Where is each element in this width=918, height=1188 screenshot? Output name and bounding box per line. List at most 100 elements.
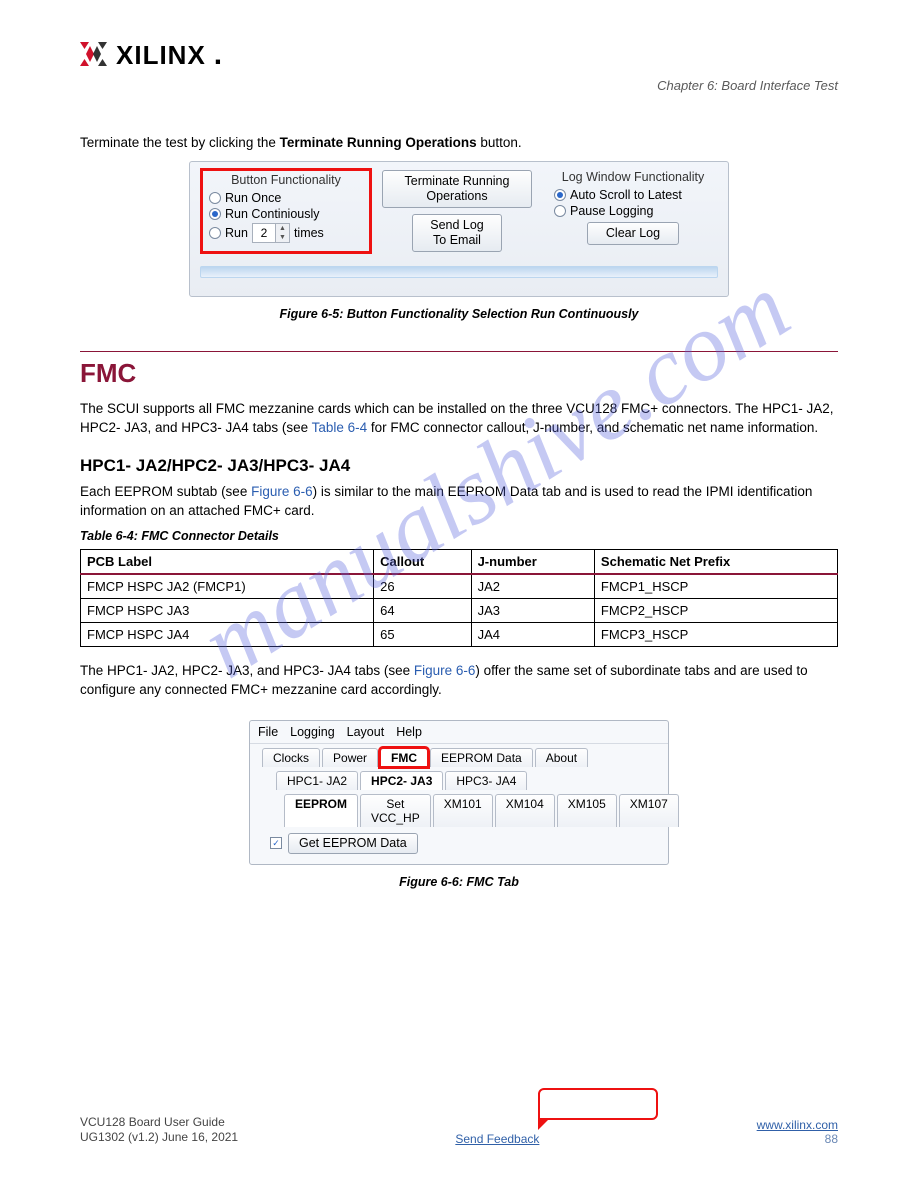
figure-6-6-caption: Figure 6-6: FMC Tab — [80, 875, 838, 889]
brand-logo: XILINX . — [80, 38, 838, 72]
terminate-button[interactable]: Terminate Running Operations — [382, 170, 532, 208]
radio-icon — [209, 192, 221, 204]
figure-6-6: File Logging Layout Help Clocks Power FM… — [80, 720, 838, 889]
brand-dot: . — [214, 38, 222, 72]
log-window-group: Log Window Functionality Auto Scroll to … — [548, 168, 718, 251]
run-label-suffix: times — [294, 226, 324, 240]
table-6-4: PCB Label Callout J-number Schematic Net… — [80, 549, 838, 647]
table-row: FMCP HSPC JA2 (FMCP1)26JA2FMCP1_HSCP — [81, 574, 838, 599]
send-feedback-link[interactable]: Send Feedback — [455, 1132, 539, 1146]
tab-eeprom-data[interactable]: EEPROM Data — [430, 748, 533, 767]
t64-p1a: Each EEPROM subtab (see — [80, 484, 251, 499]
menu-file[interactable]: File — [258, 725, 278, 739]
page-footer: VCU128 Board User Guide UG1302 (v1.2) Ju… — [80, 1115, 838, 1146]
radio-icon — [209, 227, 221, 239]
menu-layout[interactable]: Layout — [347, 725, 385, 739]
intro-terminate-label: Terminate Running Operations — [280, 135, 477, 150]
radio-run-once[interactable]: Run Once — [209, 191, 363, 205]
footer-page: 88 — [825, 1132, 838, 1146]
th-callout: Callout — [374, 549, 471, 574]
tab-xm101[interactable]: XM101 — [433, 794, 493, 827]
radio-run-continuously[interactable]: Run Continiously — [209, 207, 363, 221]
th-jnumber: J-number — [471, 549, 594, 574]
tab-xm104[interactable]: XM104 — [495, 794, 555, 827]
panel-65: Button Functionality Run Once Run Contin… — [189, 161, 729, 297]
panel-66: File Logging Layout Help Clocks Power FM… — [249, 720, 669, 865]
fig66-cap-prefix: Figure 6-6: — [399, 875, 463, 889]
tab64-cap-text: FMC Connector Details — [141, 529, 279, 543]
terminate-l1: Terminate Running — [405, 174, 510, 188]
link-figure-6-6-b[interactable]: Figure 6-6 — [414, 663, 476, 678]
xilinx-icon — [80, 42, 108, 69]
th-pcb-label: PCB Label — [81, 549, 374, 574]
tab-hpc2[interactable]: HPC2- JA3 — [360, 771, 443, 790]
spin-down-icon[interactable]: ▼ — [275, 233, 289, 242]
figure-6-5: Button Functionality Run Once Run Contin… — [80, 161, 838, 321]
tab-xm107[interactable]: XM107 — [619, 794, 679, 827]
tab-row-2: HPC1- JA2 HPC2- JA3 HPC3- JA4 — [250, 767, 668, 790]
run-times-spinner[interactable]: ▲▼ — [252, 223, 290, 243]
tab-hpc3[interactable]: HPC3- JA4 — [445, 771, 527, 790]
checkbox[interactable]: ✓ — [270, 837, 282, 849]
section-heading-fmc: FMC — [80, 351, 838, 389]
th-net-prefix: Schematic Net Prefix — [594, 549, 837, 574]
intro-text-b: button. — [477, 135, 522, 150]
terminate-l2: Operations — [426, 189, 487, 203]
chapter-heading: Chapter 6: Board Interface Test — [80, 78, 838, 93]
send-log-button[interactable]: Send Log To Email — [412, 214, 502, 252]
panel-footer-stripe — [200, 266, 718, 278]
radio-icon — [554, 205, 566, 217]
link-table-6-4[interactable]: Table 6-4 — [312, 420, 368, 435]
spin-up-icon[interactable]: ▲ — [275, 224, 289, 233]
tab-row-1: Clocks Power FMC EEPROM Data About — [250, 744, 668, 767]
run-times-input[interactable] — [253, 226, 275, 240]
radio-pause-label: Pause Logging — [570, 204, 653, 218]
get-eeprom-button[interactable]: Get EEPROM Data — [288, 833, 418, 854]
menu-logging[interactable]: Logging — [290, 725, 335, 739]
group-title-right: Log Window Functionality — [554, 170, 712, 184]
eeprom-paragraph: Each EEPROM subtab (see Figure 6-6) is s… — [80, 482, 838, 521]
fmc-paragraph: The SCUI supports all FMC mezzanine card… — [80, 399, 838, 438]
table-row: FMCP HSPC JA465JA4FMCP3_HSCP — [81, 622, 838, 646]
tab-xm105[interactable]: XM105 — [557, 794, 617, 827]
intro-text-a: Terminate the test by clicking the — [80, 135, 280, 150]
link-figure-6-6[interactable]: Figure 6-6 — [251, 484, 313, 499]
tab-fmc[interactable]: FMC — [380, 748, 428, 767]
sendlog-l2: To Email — [433, 233, 481, 247]
tab-eeprom[interactable]: EEPROM — [284, 794, 358, 827]
brand-name: XILINX — [116, 40, 206, 71]
footer-docid: UG1302 (v1.2) June 16, 2021 — [80, 1130, 238, 1146]
radio-run-n-times[interactable]: Run ▲▼ times — [209, 223, 363, 243]
tab-row-3: EEPROM Set VCC_HP XM101 XM104 XM105 XM10… — [250, 790, 668, 827]
tab-set-vcchp[interactable]: Set VCC_HP — [360, 794, 431, 827]
tab-power[interactable]: Power — [322, 748, 378, 767]
button-functionality-group: Button Functionality Run Once Run Contin… — [200, 168, 372, 254]
menubar: File Logging Layout Help — [250, 721, 668, 744]
menu-help[interactable]: Help — [396, 725, 422, 739]
tab64-cap-prefix: Table 6-4: — [80, 529, 138, 543]
eeprom-action-row: ✓ Get EEPROM Data — [250, 827, 668, 854]
fig65-cap-text: Button Functionality Selection Run Conti… — [347, 307, 639, 321]
subheading-hpc: HPC1- JA2/HPC2- JA3/HPC3- JA4 — [80, 456, 838, 476]
footer-link[interactable]: www.xilinx.com — [757, 1118, 838, 1132]
table-6-4-caption: Table 6-4: FMC Connector Details — [80, 529, 838, 543]
group-title-left: Button Functionality — [209, 173, 363, 187]
intro-paragraph: Terminate the test by clicking the Termi… — [80, 133, 838, 153]
tab-clocks[interactable]: Clocks — [262, 748, 320, 767]
radio-auto-scroll[interactable]: Auto Scroll to Latest — [554, 188, 712, 202]
spinner-buttons[interactable]: ▲▼ — [275, 224, 289, 242]
table-row: FMCP HSPC JA364JA3FMCP2_HSCP — [81, 598, 838, 622]
radio-run-cont-label: Run Continiously — [225, 207, 320, 221]
middle-buttons: Terminate Running Operations Send Log To… — [382, 170, 532, 252]
fig66-cap-text: FMC Tab — [467, 875, 519, 889]
tab-about[interactable]: About — [535, 748, 588, 767]
radio-pause-logging[interactable]: Pause Logging — [554, 204, 712, 218]
radio-auto-label: Auto Scroll to Latest — [570, 188, 682, 202]
fig65-cap-prefix: Figure 6-5: — [279, 307, 343, 321]
footer-title: VCU128 Board User Guide — [80, 1115, 238, 1131]
radio-run-once-label: Run Once — [225, 191, 281, 205]
figure-6-5-caption: Figure 6-5: Button Functionality Selecti… — [80, 307, 838, 321]
clear-log-button[interactable]: Clear Log — [587, 222, 679, 245]
tab-hpc1[interactable]: HPC1- JA2 — [276, 771, 358, 790]
fmc-paragraph-2: The HPC1- JA2, HPC2- JA3, and HPC3- JA4 … — [80, 661, 838, 700]
